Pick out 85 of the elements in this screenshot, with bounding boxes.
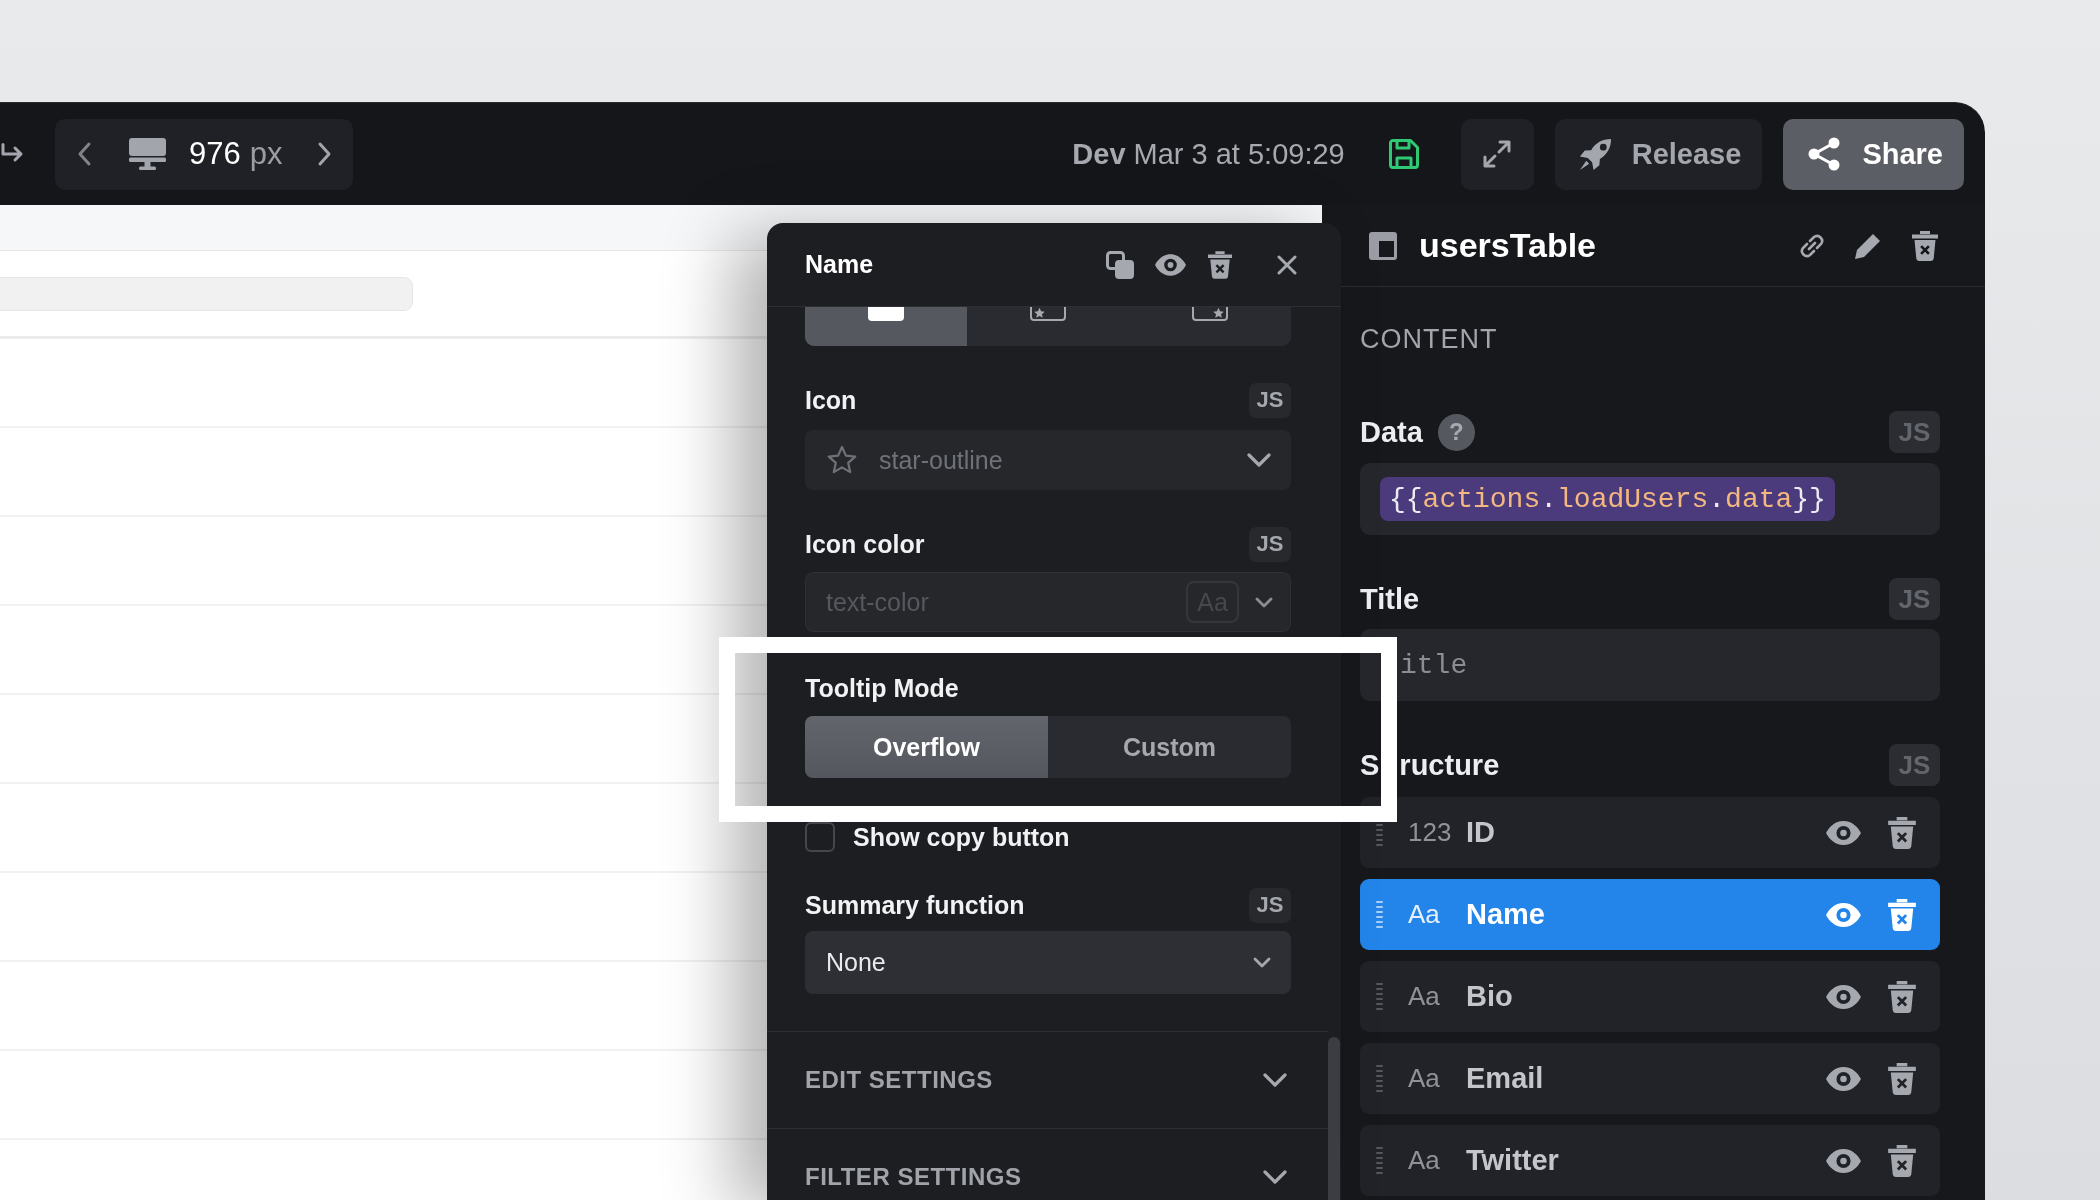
chevron-down-icon <box>1253 957 1271 968</box>
trash-icon[interactable] <box>1888 898 1916 931</box>
copy-icon[interactable] <box>1106 250 1134 279</box>
close-icon[interactable] <box>1277 254 1297 275</box>
chevron-down-icon <box>1247 453 1271 467</box>
field-label: Icon <box>805 385 857 415</box>
drag-handle-icon[interactable] <box>1376 983 1383 1010</box>
environment-label: Dev <box>1072 137 1126 171</box>
device-width-value: 976 <box>189 136 241 172</box>
column-row[interactable]: Aa Email <box>1360 1043 1940 1114</box>
eye-icon[interactable] <box>1826 1066 1861 1091</box>
eye-icon[interactable] <box>1155 253 1186 276</box>
trash-icon[interactable] <box>1888 980 1916 1013</box>
release-button[interactable]: Release <box>1554 118 1763 190</box>
share-button[interactable]: Share <box>1783 118 1964 190</box>
expand-icon <box>1482 139 1513 169</box>
trash-icon[interactable] <box>1912 230 1938 261</box>
unit-label: px <box>249 136 283 172</box>
eye-icon[interactable] <box>1826 902 1861 927</box>
field-label: Title <box>1360 582 1420 616</box>
rocket-icon <box>1577 136 1613 172</box>
trash-icon[interactable] <box>1208 250 1232 279</box>
field-label: Summary function <box>805 890 1025 920</box>
binding-token: {{actions.loadUsers.data}} <box>1380 477 1835 521</box>
js-toggle[interactable]: JS <box>1249 526 1291 562</box>
bar-icon <box>868 307 904 321</box>
column-row[interactable]: Aa Name <box>1360 879 1940 950</box>
checkbox[interactable] <box>805 822 835 852</box>
data-input[interactable]: {{actions.loadUsers.data}} <box>1360 463 1940 535</box>
type-label: Aa <box>1408 899 1441 930</box>
chevron-left-icon[interactable] <box>77 141 92 167</box>
scrollbar-thumb[interactable] <box>1328 1037 1340 1200</box>
column-row[interactable]: Aa Twitter <box>1360 1125 1940 1196</box>
drag-handle-icon[interactable] <box>1376 1065 1383 1092</box>
type-label: Aa <box>1408 1145 1441 1176</box>
drag-handle-icon[interactable] <box>1376 901 1383 928</box>
column-row[interactable]: Aa Bio <box>1360 961 1940 1032</box>
segment-option[interactable]: Overflow <box>805 716 1048 778</box>
trash-icon[interactable] <box>1888 816 1916 849</box>
checkbox-label: Show copy button <box>853 822 1070 852</box>
column-name: Name <box>1466 898 1545 931</box>
type-label: Aa <box>1408 1063 1441 1094</box>
expand-button[interactable] <box>1460 118 1534 190</box>
column-name: ID <box>1466 816 1495 849</box>
trash-icon[interactable] <box>1888 1062 1916 1095</box>
monitor-icon[interactable] <box>129 138 166 170</box>
star-box-icon <box>1030 307 1066 321</box>
component-name: usersTable <box>1419 226 1596 265</box>
eye-icon[interactable] <box>1826 1148 1861 1173</box>
chevron-down-icon <box>1263 1073 1287 1087</box>
segment-option[interactable]: Custom <box>1048 716 1291 778</box>
trash-icon[interactable] <box>1888 1144 1916 1177</box>
column-name: Email <box>1466 1062 1544 1095</box>
share-icon <box>1807 137 1842 171</box>
save-icon[interactable] <box>1387 138 1420 170</box>
input-field[interactable] <box>0 277 413 311</box>
field-label: Tooltip Mode <box>805 673 959 703</box>
chevron-down-icon <box>1263 1170 1287 1184</box>
drag-handle-icon[interactable] <box>1376 1147 1383 1174</box>
section-heading: CONTENT <box>1360 323 1499 355</box>
type-label: 123 <box>1408 817 1452 848</box>
field-label: Data <box>1360 415 1423 449</box>
dropdown-field[interactable]: None <box>805 931 1291 994</box>
field-label: ructure <box>1399 748 1500 782</box>
chevron-down-icon <box>1255 596 1273 608</box>
column-name: Twitter <box>1466 1144 1559 1177</box>
field-label: Icon color <box>805 529 925 559</box>
eye-icon[interactable] <box>1826 820 1861 845</box>
js-toggle[interactable]: JS <box>1249 887 1291 923</box>
column-name: Bio <box>1466 980 1513 1013</box>
column-row[interactable]: 123 ID <box>1360 797 1940 868</box>
type-label: Aa <box>1408 981 1441 1012</box>
star-icon <box>827 445 857 475</box>
js-toggle[interactable]: JS <box>1249 382 1291 418</box>
title-input[interactable]: itle <box>1360 629 1940 701</box>
field-label: S <box>1360 748 1380 782</box>
icon-dropdown[interactable]: star-outline <box>805 430 1291 490</box>
section-header[interactable]: FILTER SETTINGS <box>767 1128 1328 1200</box>
eye-icon[interactable] <box>1826 984 1861 1009</box>
panel-title: Name <box>805 250 874 279</box>
chevron-right-icon[interactable] <box>317 141 332 167</box>
star-box-icon <box>1192 307 1228 321</box>
table-icon <box>1368 230 1398 261</box>
saved-time: Mar 3 at 5:09:29 <box>1133 137 1345 171</box>
icon-position-option[interactable] <box>805 307 967 346</box>
